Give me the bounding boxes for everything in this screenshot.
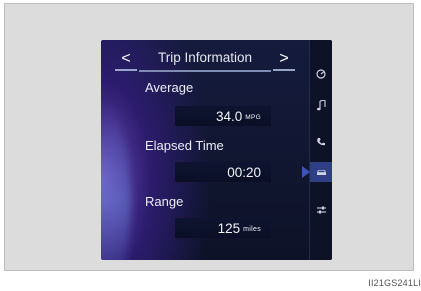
range-unit: miles: [243, 226, 261, 233]
elapsed-time-label: Elapsed Time: [145, 138, 224, 153]
next-page-button[interactable]: >: [273, 49, 295, 71]
prev-page-button[interactable]: <: [115, 49, 137, 71]
range-label: Range: [145, 194, 184, 209]
range-value: 125: [217, 220, 241, 236]
range-value-box: 125 miles: [175, 218, 271, 238]
settings-icon[interactable]: [310, 200, 332, 220]
display-screen: < Trip Information > Average 34.0 MPG El…: [101, 40, 332, 260]
music-note-icon[interactable]: [310, 95, 332, 115]
average-value: 34.0: [216, 108, 243, 124]
gauge-icon[interactable]: [310, 64, 332, 84]
average-value-box: 34.0 MPG: [175, 106, 271, 126]
elapsed-time-value-box: 00:20: [175, 162, 271, 182]
figure-caption: II21GS241LI: [368, 278, 421, 288]
active-marker: [302, 166, 310, 178]
average-unit: MPG: [245, 114, 261, 121]
side-menu: [302, 40, 332, 260]
chevron-left-icon: <: [121, 50, 131, 67]
background-swoosh: [101, 100, 131, 260]
car-info-icon[interactable]: [310, 162, 332, 182]
chevron-right-icon: >: [279, 50, 289, 67]
elapsed-time-value: 00:20: [227, 164, 261, 180]
average-label: Average: [145, 80, 194, 95]
page-title: Trip Information: [139, 48, 271, 72]
header-bar: < Trip Information >: [115, 48, 295, 72]
phone-icon[interactable]: [310, 132, 332, 152]
